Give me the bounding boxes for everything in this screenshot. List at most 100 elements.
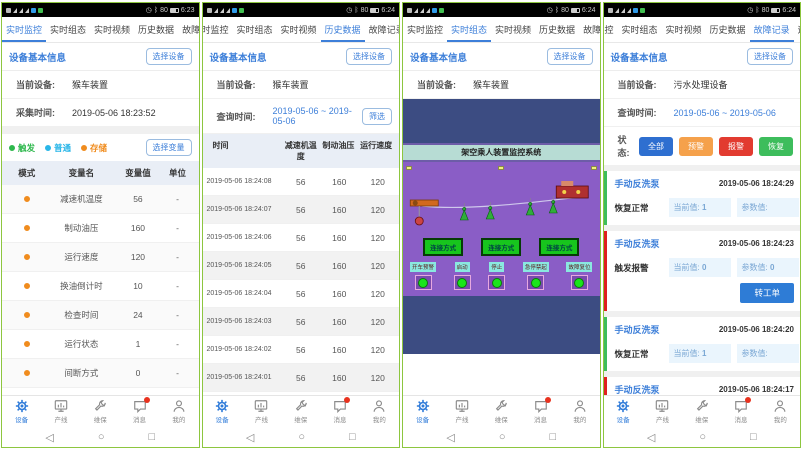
bottom-nav-item[interactable]: 维保 xyxy=(482,396,521,427)
android-back-button[interactable]: ◁ xyxy=(45,431,53,444)
table-row[interactable]: 2019-05-06 18:24:03 56 160 120 xyxy=(203,308,400,336)
bottom-nav-item[interactable]: 我的 xyxy=(360,396,399,427)
top-tab[interactable]: 历史数据 xyxy=(321,17,365,42)
top-tab[interactable]: 实时组态 xyxy=(46,17,90,42)
bottom-nav-label: 维保 xyxy=(94,414,107,424)
bottom-nav-item[interactable]: 产线 xyxy=(643,396,682,427)
top-tab[interactable]: 历史数据 xyxy=(706,17,750,42)
top-tab[interactable]: 故障记录 xyxy=(178,17,198,42)
bottom-nav-label: 我的 xyxy=(172,414,185,424)
table-row[interactable]: 2019-05-06 18:24:08 56 160 120 xyxy=(203,168,400,196)
table-row[interactable]: 2019-05-06 18:24:02 56 160 120 xyxy=(203,336,400,364)
status-filter-button[interactable]: 全部 xyxy=(639,137,673,156)
scada-control-button[interactable] xyxy=(415,275,432,290)
status-filter-button[interactable]: 恢复 xyxy=(759,137,793,156)
top-tab[interactable]: 实时组态 xyxy=(233,17,277,42)
android-home-button[interactable]: ○ xyxy=(699,431,706,443)
top-tab[interactable]: 实时组态 xyxy=(618,17,662,42)
android-recents-button[interactable]: □ xyxy=(148,431,155,443)
query-time-value[interactable]: 2019-05-06 ~ 2019-05-06 xyxy=(273,106,363,126)
top-tab[interactable]: 远程控制 xyxy=(794,17,800,42)
select-device-button[interactable]: 选择设备 xyxy=(146,48,192,65)
status-filter-button[interactable]: 预警 xyxy=(679,137,713,156)
bottom-nav-item[interactable]: 产线 xyxy=(41,396,80,427)
table-row[interactable]: 2019-05-06 18:24:05 56 160 120 xyxy=(203,252,400,280)
top-tab[interactable]: 实时组态 xyxy=(447,17,491,42)
select-device-button[interactable]: 选择设备 xyxy=(346,48,392,65)
bottom-nav-item[interactable]: 设备 xyxy=(2,396,41,427)
android-recents-button[interactable]: □ xyxy=(750,431,757,443)
top-tab[interactable]: 实时视频 xyxy=(491,17,535,42)
bottom-nav-item[interactable]: 维保 xyxy=(682,396,721,427)
bottom-nav-item[interactable]: 维保 xyxy=(281,396,320,427)
fault-card[interactable]: 手动反洗泵 2019-05-06 18:24:17 触发报警 当前值: 0 参数… xyxy=(604,377,801,395)
bottom-nav-item[interactable]: 维保 xyxy=(81,396,120,427)
bottom-nav-bar: 设备 产线 维保 消息 我的 xyxy=(403,395,600,427)
top-tab[interactable]: 历史数据 xyxy=(535,17,579,42)
bottom-nav-item[interactable]: 产线 xyxy=(442,396,481,427)
table-row[interactable]: 2019-05-06 18:24:00 56 160 120 xyxy=(203,392,400,395)
current-device-label: 当前设备: xyxy=(16,78,72,91)
fault-card[interactable]: 手动反洗泵 2019-05-06 18:24:23 触发报警 当前值: 0 参数… xyxy=(604,231,801,311)
top-tab[interactable]: 实时视频 xyxy=(90,17,134,42)
android-home-button[interactable]: ○ xyxy=(298,431,305,443)
bottom-nav-item[interactable]: 消息 xyxy=(320,396,359,427)
fault-card[interactable]: 手动反洗泵 2019-05-06 18:24:29 恢复正常 当前值: 1 参数… xyxy=(604,171,801,225)
table-row[interactable]: 制动油压 160 - xyxy=(2,214,199,243)
scada-control-button[interactable] xyxy=(571,275,588,290)
bottom-nav-item[interactable]: 设备 xyxy=(604,396,643,427)
table-row[interactable]: 运行状态 1 - xyxy=(2,330,199,359)
connect-mode-button[interactable]: 连接方式 xyxy=(539,238,579,256)
scada-control-button[interactable] xyxy=(527,275,544,290)
bottom-nav-item[interactable]: 我的 xyxy=(761,396,800,427)
top-tab[interactable]: 故障记录 xyxy=(579,17,599,42)
select-variable-button[interactable]: 选择变量 xyxy=(146,139,192,156)
connect-mode-button[interactable]: 连接方式 xyxy=(423,238,463,256)
table-row[interactable]: 2019-05-06 18:24:04 56 160 120 xyxy=(203,280,400,308)
bottom-nav-item[interactable]: 消息 xyxy=(521,396,560,427)
table-row[interactable]: 2019-05-06 18:24:07 56 160 120 xyxy=(203,196,400,224)
bottom-nav-item[interactable]: 设备 xyxy=(203,396,242,427)
select-device-button[interactable]: 选择设备 xyxy=(747,48,793,65)
android-home-button[interactable]: ○ xyxy=(499,431,506,443)
table-row[interactable]: 检修方式 0 - xyxy=(2,388,199,395)
top-tab[interactable]: 历史数据 xyxy=(134,17,178,42)
android-back-button[interactable]: ◁ xyxy=(647,431,655,444)
table-row[interactable]: 运行速度 120 - xyxy=(2,243,199,272)
android-back-button[interactable]: ◁ xyxy=(246,431,254,444)
select-device-button[interactable]: 选择设备 xyxy=(547,48,593,65)
status-filter-button[interactable]: 报警 xyxy=(719,137,753,156)
scada-control-button[interactable] xyxy=(488,275,505,290)
bottom-nav-item[interactable]: 消息 xyxy=(120,396,159,427)
query-time-value[interactable]: 2019-05-06 ~ 2019-05-06 xyxy=(674,108,776,118)
android-recents-button[interactable]: □ xyxy=(549,431,556,443)
top-tab[interactable]: 故障记录 xyxy=(365,17,399,42)
bottom-nav-item[interactable]: 设备 xyxy=(403,396,442,427)
top-tab[interactable]: 实时监控 xyxy=(403,17,447,42)
top-tab[interactable]: 实时视频 xyxy=(662,17,706,42)
table-row[interactable]: 换油倒计时 10 - xyxy=(2,272,199,301)
bottom-nav-item[interactable]: 我的 xyxy=(560,396,599,427)
filter-button[interactable]: 筛选 xyxy=(362,108,392,125)
bottom-nav-item[interactable]: 产线 xyxy=(242,396,281,427)
connect-mode-button[interactable]: 连接方式 xyxy=(481,238,521,256)
android-back-button[interactable]: ◁ xyxy=(446,431,454,444)
to-workorder-button[interactable]: 转工单 xyxy=(740,283,794,303)
top-tab[interactable]: 实时监控 xyxy=(203,17,233,42)
top-tab[interactable]: 实时视频 xyxy=(277,17,321,42)
top-tab[interactable]: 实时监控 xyxy=(2,17,46,42)
bottom-nav-item[interactable]: 我的 xyxy=(159,396,198,427)
table-row[interactable]: 检查时间 24 - xyxy=(2,301,199,330)
table-row[interactable]: 间断方式 0 - xyxy=(2,359,199,388)
top-tab[interactable]: 故障记录 xyxy=(750,17,794,42)
bottom-nav-item[interactable]: 消息 xyxy=(721,396,760,427)
table-row[interactable]: 减速机温度 56 - xyxy=(2,185,199,214)
table-row[interactable]: 2019-05-06 18:24:01 56 160 120 xyxy=(203,364,400,392)
table-row[interactable]: 2019-05-06 18:24:06 56 160 120 xyxy=(203,224,400,252)
col-time: 时间 xyxy=(207,140,282,162)
scada-control-button[interactable] xyxy=(454,275,471,290)
top-tab[interactable]: 实时监控 xyxy=(604,17,618,42)
android-recents-button[interactable]: □ xyxy=(349,431,356,443)
fault-card[interactable]: 手动反洗泵 2019-05-06 18:24:20 恢复正常 当前值: 1 参数… xyxy=(604,317,801,371)
android-home-button[interactable]: ○ xyxy=(98,431,105,443)
